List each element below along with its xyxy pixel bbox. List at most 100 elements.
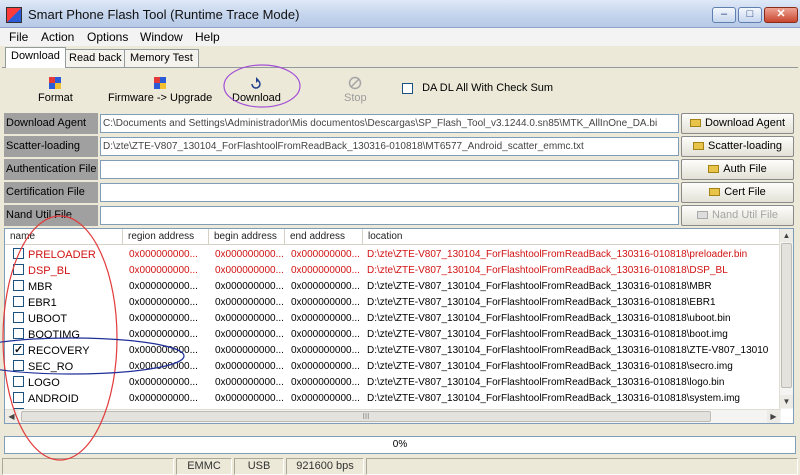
da-dl-checksum-option[interactable]: DA DL All With Check Sum [402,82,553,94]
partition-list: name region address begin address end ad… [4,228,794,424]
da-dl-checksum-checkbox[interactable] [402,82,413,94]
list-item[interactable]: BOOTIMG 0x000000000... 0x000000000... 0x000… [5,327,781,343]
format-button[interactable]: Format [38,76,73,104]
format-label: Format [38,92,73,104]
location-cell: D:\zte\ZTE-V807_130104_ForFlashtoolFromR… [367,313,731,324]
header-location[interactable]: location [363,229,781,245]
scroll-down-icon[interactable]: ▼ [780,395,793,408]
vertical-scrollbar[interactable]: ▲ ▼ [779,229,793,409]
scroll-right-icon[interactable]: ▶ [767,410,780,423]
region-address-cell: 0x000000000... [129,345,198,356]
list-item[interactable]: PRELOADER 0x000000000... 0x000000000... 0x0… [5,247,781,263]
partition-name: PRELOADER [28,249,96,261]
partition-name: SEC_RO [28,361,74,373]
end-address-cell: 0x000000000... [291,361,360,372]
partition-checkbox[interactable] [13,312,24,323]
list-item[interactable]: SEC_RO 0x000000000... 0x000000000... 0x0000… [5,359,781,375]
tab-read-back[interactable]: Read back [63,49,128,68]
horizontal-scroll-thumb[interactable]: III [21,411,711,422]
location-cell: D:\zte\ZTE-V807_130104_ForFlashtoolFromR… [367,249,748,260]
list-item[interactable]: UBOOT 0x000000000... 0x000000000... 0x00000… [5,311,781,327]
partition-name: EBR1 [28,297,57,309]
partition-checkbox[interactable] [13,264,24,275]
partition-checkbox[interactable] [13,392,24,403]
list-item[interactable]: MBR 0x000000000... 0x000000000... 0x0000000… [5,279,781,295]
auth-file-row: Authentication File Auth File [4,159,794,180]
scatter-loading-button[interactable]: Scatter-loading [681,136,794,157]
horizontal-scrollbar[interactable]: ◀ III ▶ [5,409,781,423]
partition-checkbox[interactable] [13,343,24,358]
partition-checkbox[interactable] [13,376,24,387]
folder-icon [689,119,701,127]
begin-address-cell: 0x000000000... [215,329,284,340]
list-item[interactable]: ANDROID 0x000000000... 0x000000000... 0x000… [5,391,781,407]
partition-name: LOGO [28,377,60,389]
tab-download[interactable]: Download [5,47,66,68]
scatter-loading-button-label: Scatter-loading [708,140,782,152]
maximize-button[interactable]: □ [738,7,762,23]
partition-name-cell: LOGO [13,375,123,391]
firmware-upgrade-label: Firmware -> Upgrade [108,92,213,104]
end-address-cell: 0x000000000... [291,281,360,292]
menu-help[interactable]: Help [195,30,220,44]
cert-file-button[interactable]: Cert File [681,182,794,203]
menu-options[interactable]: Options [87,30,128,44]
scatter-file-path[interactable]: D:\zte\ZTE-V807_130104_ForFlashtoolFromR… [100,137,679,156]
auth-file-button[interactable]: Auth File [681,159,794,180]
header-begin-address[interactable]: begin address [209,229,285,245]
partition-checkbox[interactable] [13,280,24,291]
menu-window[interactable]: Window [140,30,183,44]
auth-file-path[interactable] [100,160,679,179]
partition-name: MBR [28,281,53,293]
download-agent-button[interactable]: Download Agent [681,113,794,134]
header-region-address[interactable]: region address [123,229,209,245]
vertical-scroll-thumb[interactable] [781,243,792,388]
download-icon [249,76,263,90]
tab-memory-test[interactable]: Memory Test [124,49,199,68]
firmware-upgrade-button[interactable]: Firmware -> Upgrade [108,76,212,104]
stop-button[interactable]: Stop [344,76,367,104]
da-dl-checksum-label: DA DL All With Check Sum [422,82,554,94]
download-label: Download [232,92,281,104]
begin-address-cell: 0x000000000... [215,281,284,292]
status-storage: EMMC [176,458,232,475]
title-bar[interactable]: Smart Phone Flash Tool (Runtime Trace Mo… [0,0,800,28]
partition-name: ANDROID [28,393,79,405]
partition-checkbox[interactable] [13,248,24,259]
list-item[interactable]: LOGO 0x000000000... 0x000000000... 0x000000… [5,375,781,391]
cert-file-path[interactable] [100,183,679,202]
location-cell: D:\zte\ZTE-V807_130104_ForFlashtoolFromR… [367,377,725,388]
close-button[interactable]: ✕ [764,7,798,23]
menu-file[interactable]: File [9,30,28,44]
partition-name: UBOOT [28,313,68,325]
status-baud: 921600 bps [286,458,364,475]
partition-checkbox[interactable] [13,296,24,307]
begin-address-cell: 0x000000000... [215,377,284,388]
nand-util-file-button-label: Nand Util File [711,209,779,221]
region-address-cell: 0x000000000... [129,281,198,292]
region-address-cell: 0x000000000... [129,265,198,276]
list-item[interactable]: RECOVERY 0x000000000... 0x000000000... 0x00… [5,343,781,359]
nand-util-file-path[interactable] [100,206,679,225]
end-address-cell: 0x000000000... [291,393,360,404]
scroll-up-icon[interactable]: ▲ [780,229,793,242]
location-cell: D:\zte\ZTE-V807_130104_ForFlashtoolFromR… [367,281,712,292]
partition-name-cell: DSP_BL [13,263,123,279]
download-agent-path[interactable]: C:\Documents and Settings\Administrador\… [100,114,679,133]
partition-name-cell: RECOVERY [13,343,123,359]
partition-name-cell: ANDROID [13,391,123,407]
partition-checkbox[interactable] [13,360,24,371]
minimize-button[interactable]: – [712,7,736,23]
header-end-address[interactable]: end address [285,229,363,245]
partition-checkbox[interactable] [13,328,24,339]
menu-action[interactable]: Action [41,30,74,44]
download-button[interactable]: Download [232,76,281,104]
nand-util-file-button[interactable]: Nand Util File [681,205,794,226]
partition-name-cell: UBOOT [13,311,123,327]
list-item[interactable]: DSP_BL 0x000000000... 0x000000000... 0x0000… [5,263,781,279]
list-item[interactable]: EBR1 0x000000000... 0x000000000... 0x000000… [5,295,781,311]
scroll-left-icon[interactable]: ◀ [5,410,18,423]
window-title: Smart Phone Flash Tool (Runtime Trace Mo… [28,7,300,22]
header-name[interactable]: name [5,229,123,245]
region-address-cell: 0x000000000... [129,329,198,340]
